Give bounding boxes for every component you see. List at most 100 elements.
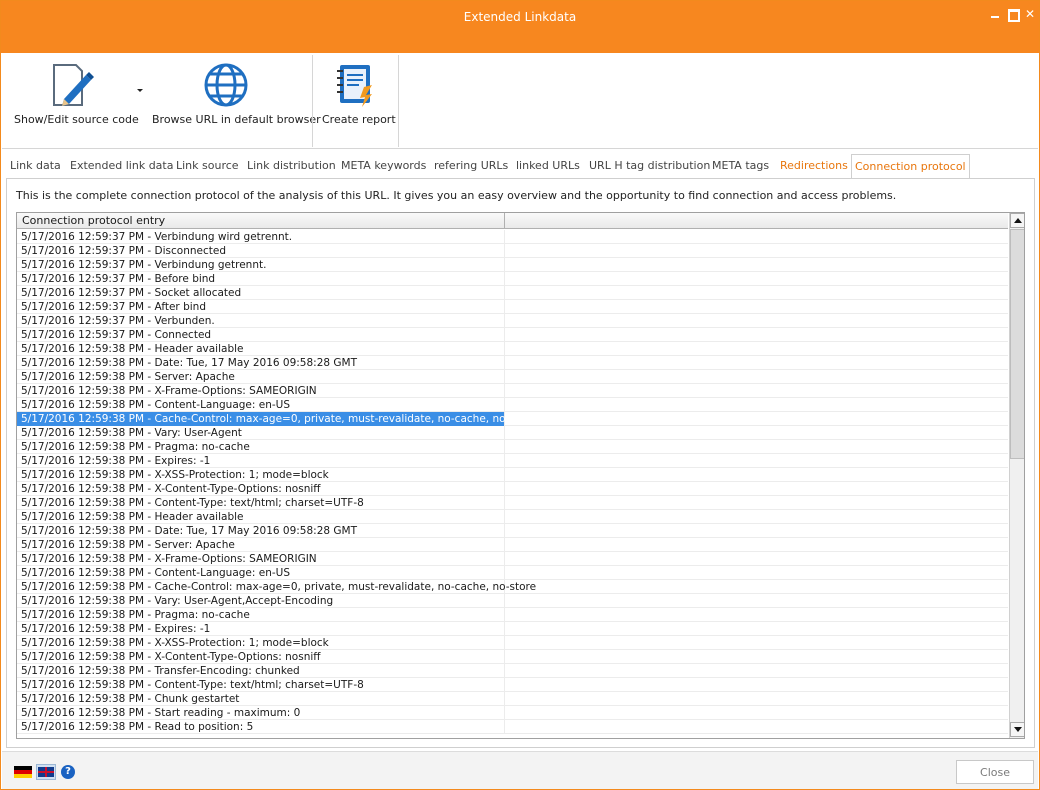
tab-meta-tags[interactable]: META tags <box>709 154 772 178</box>
table-row[interactable]: 5/17/2016 12:59:38 PM - Read to position… <box>17 720 1008 734</box>
protocol-entry-cell: 5/17/2016 12:59:38 PM - Chunk gestartet <box>17 692 505 706</box>
minimize-icon[interactable] <box>987 6 1003 22</box>
table-row[interactable]: 5/17/2016 12:59:38 PM - Header available <box>17 510 1008 524</box>
protocol-entry-cell: 5/17/2016 12:59:38 PM - Transfer-Encodin… <box>17 664 505 678</box>
edit-document-icon <box>53 64 94 106</box>
protocol-entry-cell: 5/17/2016 12:59:38 PM - Header available <box>17 342 505 356</box>
table-row[interactable]: 5/17/2016 12:59:38 PM - Vary: User-Agent… <box>17 594 1008 608</box>
table-row[interactable]: 5/17/2016 12:59:38 PM - Content-Type: te… <box>17 678 1008 692</box>
table-row[interactable]: 5/17/2016 12:59:37 PM - Socket allocated <box>17 286 1008 300</box>
table-row[interactable]: 5/17/2016 12:59:37 PM - Connected <box>17 328 1008 342</box>
tab-refering-urls[interactable]: refering URLs <box>431 154 511 178</box>
table-row[interactable]: 5/17/2016 12:59:38 PM - Cache-Control: m… <box>17 412 1008 426</box>
protocol-entry-cell: 5/17/2016 12:59:38 PM - Pragma: no-cache <box>17 440 505 454</box>
tab-url-h-tag-distribution[interactable]: URL H tag distribution <box>586 154 713 178</box>
tab-extended-link-data[interactable]: Extended link data <box>67 154 176 178</box>
table-row[interactable]: 5/17/2016 12:59:38 PM - Server: Apache <box>17 538 1008 552</box>
protocol-entry-cell: 5/17/2016 12:59:38 PM - Pragma: no-cache <box>17 608 505 622</box>
globe-icon <box>204 63 248 107</box>
help-icon[interactable]: ? <box>61 765 75 779</box>
table-row[interactable]: 5/17/2016 12:59:37 PM - Verbindung wird … <box>17 230 1008 244</box>
maximize-icon[interactable] <box>1005 6 1021 22</box>
table-row[interactable]: 5/17/2016 12:59:38 PM - Expires: -1 <box>17 622 1008 636</box>
protocol-entry-cell: 5/17/2016 12:59:38 PM - Content-Type: te… <box>17 678 505 692</box>
table-row[interactable]: 5/17/2016 12:59:38 PM - Chunk gestartet <box>17 692 1008 706</box>
table-row[interactable]: 5/17/2016 12:59:37 PM - Verbindung getre… <box>17 258 1008 272</box>
grid-header: Connection protocol entry <box>17 213 1008 229</box>
protocol-entry-cell: 5/17/2016 12:59:38 PM - Cache-Control: m… <box>17 580 536 594</box>
table-row[interactable]: 5/17/2016 12:59:38 PM - X-Frame-Options:… <box>17 552 1008 566</box>
tab-connection-protocol[interactable]: Connection protocol <box>851 154 970 179</box>
tab-linked-urls[interactable]: linked URLs <box>513 154 583 178</box>
protocol-entry-cell: 5/17/2016 12:59:37 PM - Before bind <box>17 272 505 286</box>
table-row[interactable]: 5/17/2016 12:59:37 PM - Verbunden. <box>17 314 1008 328</box>
close-button[interactable]: Close <box>956 760 1034 784</box>
table-row[interactable]: 5/17/2016 12:59:38 PM - Transfer-Encodin… <box>17 664 1008 678</box>
protocol-entry-cell: 5/17/2016 12:59:37 PM - Socket allocated <box>17 286 505 300</box>
protocol-entry-cell: 5/17/2016 12:59:38 PM - Content-Language… <box>17 398 505 412</box>
table-row[interactable]: 5/17/2016 12:59:38 PM - Vary: User-Agent <box>17 426 1008 440</box>
app-window: Extended Linkdata ✕ Show/Edit source cod… <box>0 0 1040 790</box>
table-row[interactable]: 5/17/2016 12:59:38 PM - Expires: -1 <box>17 454 1008 468</box>
ribbon-separator <box>312 55 313 147</box>
table-row[interactable]: 5/17/2016 12:59:38 PM - Content-Language… <box>17 398 1008 412</box>
table-row[interactable]: 5/17/2016 12:59:37 PM - After bind <box>17 300 1008 314</box>
table-row[interactable]: 5/17/2016 12:59:38 PM - Server: Apache <box>17 370 1008 384</box>
table-row[interactable]: 5/17/2016 12:59:38 PM - X-XSS-Protection… <box>17 468 1008 482</box>
table-row[interactable]: 5/17/2016 12:59:38 PM - Pragma: no-cache <box>17 440 1008 454</box>
report-notebook-icon <box>337 65 372 107</box>
protocol-entry-cell: 5/17/2016 12:59:38 PM - Vary: User-Agent <box>17 426 505 440</box>
protocol-entry-cell: 5/17/2016 12:59:38 PM - Server: Apache <box>17 370 505 384</box>
tab-bar: Link data Extended link data Link source… <box>2 154 1038 179</box>
connection-protocol-grid[interactable]: Connection protocol entry 5/17/2016 12:5… <box>16 212 1025 739</box>
title-bar[interactable]: Extended Linkdata ✕ <box>1 1 1039 53</box>
ribbon-toolbar: Show/Edit source code Browse URL in defa… <box>2 53 1038 149</box>
table-row[interactable]: 5/17/2016 12:59:38 PM - Header available <box>17 342 1008 356</box>
status-bar: ? Close <box>2 751 1038 789</box>
protocol-entry-cell: 5/17/2016 12:59:38 PM - X-XSS-Protection… <box>17 636 505 650</box>
table-row[interactable]: 5/17/2016 12:59:38 PM - Date: Tue, 17 Ma… <box>17 524 1008 538</box>
table-row[interactable]: 5/17/2016 12:59:38 PM - Date: Tue, 17 Ma… <box>17 356 1008 370</box>
table-row[interactable]: 5/17/2016 12:59:38 PM - X-Content-Type-O… <box>17 482 1008 496</box>
table-row[interactable]: 5/17/2016 12:59:38 PM - X-Frame-Options:… <box>17 384 1008 398</box>
german-flag-icon[interactable] <box>14 766 32 778</box>
protocol-entry-cell: 5/17/2016 12:59:38 PM - X-Content-Type-O… <box>17 482 505 496</box>
protocol-entry-cell: 5/17/2016 12:59:38 PM - Date: Tue, 17 Ma… <box>17 356 505 370</box>
protocol-entry-cell: 5/17/2016 12:59:37 PM - Disconnected <box>17 244 505 258</box>
protocol-entry-cell: 5/17/2016 12:59:38 PM - X-Frame-Options:… <box>17 384 505 398</box>
table-row[interactable]: 5/17/2016 12:59:38 PM - Pragma: no-cache <box>17 608 1008 622</box>
tab-link-distribution[interactable]: Link distribution <box>244 154 339 178</box>
protocol-entry-cell: 5/17/2016 12:59:38 PM - Date: Tue, 17 Ma… <box>17 524 505 538</box>
table-row[interactable]: 5/17/2016 12:59:38 PM - Start reading - … <box>17 706 1008 720</box>
table-row[interactable]: 5/17/2016 12:59:38 PM - Content-Type: te… <box>17 496 1008 510</box>
protocol-entry-cell: 5/17/2016 12:59:37 PM - After bind <box>17 300 505 314</box>
tab-meta-keywords[interactable]: META keywords <box>338 154 429 178</box>
tab-redirections[interactable]: Redirections <box>777 154 851 178</box>
scroll-up-icon[interactable] <box>1010 213 1024 228</box>
table-row[interactable]: 5/17/2016 12:59:38 PM - X-XSS-Protection… <box>17 636 1008 650</box>
show-edit-source-button[interactable]: Show/Edit source code <box>8 57 139 147</box>
table-row[interactable]: 5/17/2016 12:59:38 PM - Content-Language… <box>17 566 1008 580</box>
table-row[interactable]: 5/17/2016 12:59:37 PM - Disconnected <box>17 244 1008 258</box>
tab-link-source[interactable]: Link source <box>173 154 242 178</box>
chevron-down-icon[interactable] <box>137 89 143 92</box>
table-row[interactable]: 5/17/2016 12:59:37 PM - Before bind <box>17 272 1008 286</box>
create-report-button[interactable]: Create report <box>316 57 396 147</box>
protocol-entry-cell: 5/17/2016 12:59:38 PM - Server: Apache <box>17 538 505 552</box>
protocol-entry-cell: 5/17/2016 12:59:38 PM - X-Content-Type-O… <box>17 650 505 664</box>
protocol-entry-cell: 5/17/2016 12:59:38 PM - Expires: -1 <box>17 454 505 468</box>
close-window-icon[interactable]: ✕ <box>1022 6 1038 22</box>
column-header-entry[interactable]: Connection protocol entry <box>17 213 505 229</box>
tab-link-data[interactable]: Link data <box>7 154 64 178</box>
browse-url-button[interactable]: Browse URL in default browser <box>148 57 321 147</box>
english-flag-icon[interactable] <box>36 764 56 780</box>
scroll-down-icon[interactable] <box>1010 722 1024 737</box>
protocol-entry-cell: 5/17/2016 12:59:38 PM - Cache-Control: m… <box>17 412 536 426</box>
protocol-entry-cell: 5/17/2016 12:59:37 PM - Verbunden. <box>17 314 505 328</box>
table-row[interactable]: 5/17/2016 12:59:38 PM - X-Content-Type-O… <box>17 650 1008 664</box>
connection-protocol-panel: This is the complete connection protocol… <box>6 178 1035 748</box>
table-row[interactable]: 5/17/2016 12:59:38 PM - Cache-Control: m… <box>17 580 1008 594</box>
vertical-scrollbar[interactable] <box>1009 213 1024 738</box>
grid-rows: 5/17/2016 12:59:37 PM - Verbindung wird … <box>17 230 1008 738</box>
scrollbar-thumb[interactable] <box>1010 229 1024 459</box>
